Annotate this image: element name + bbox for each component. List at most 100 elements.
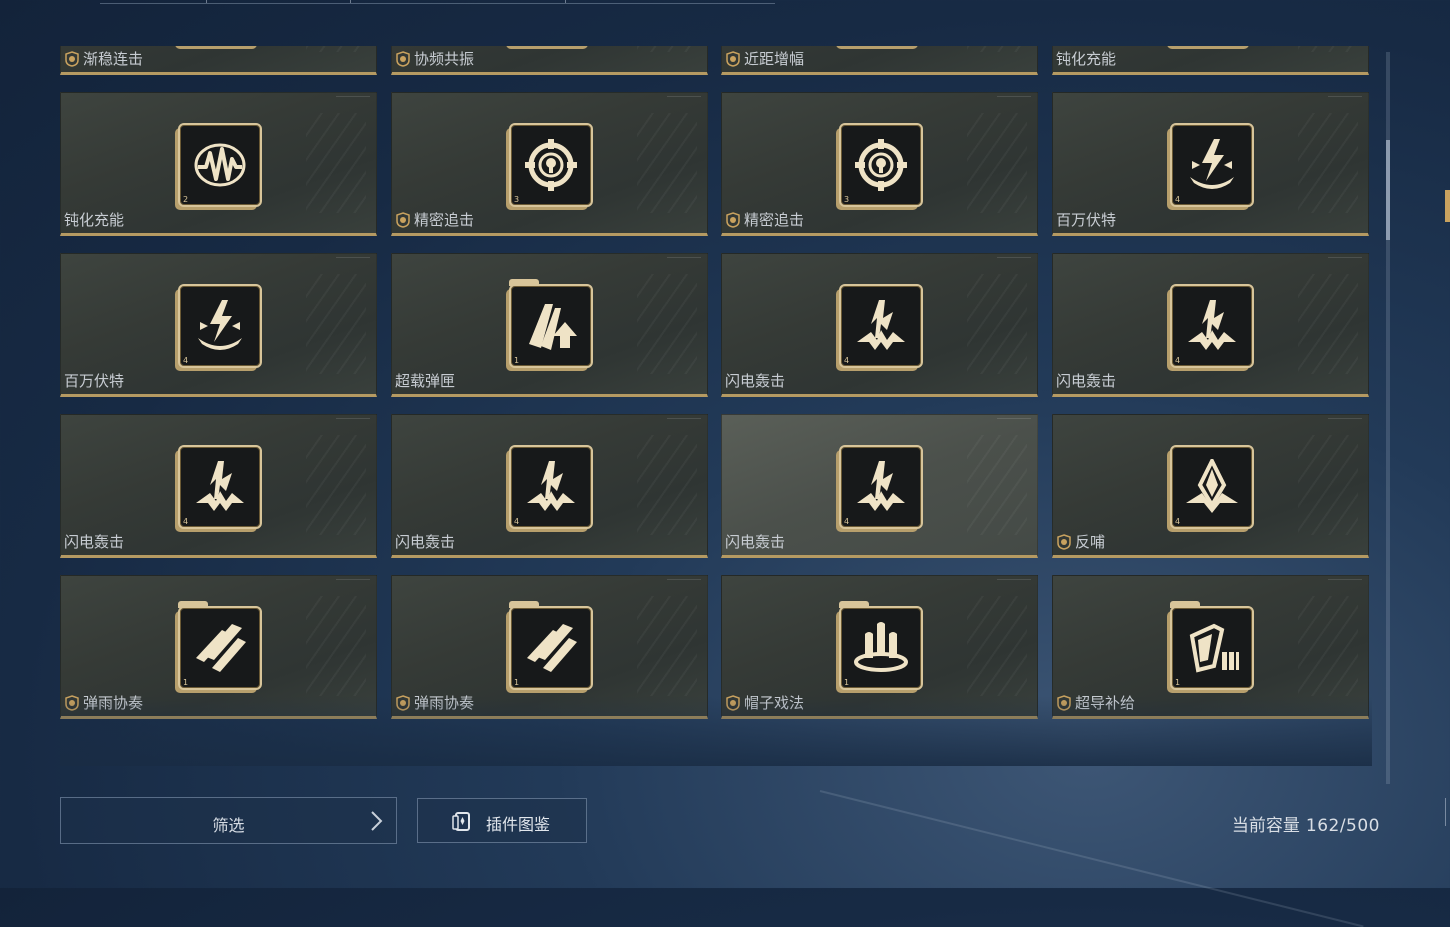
filter-button[interactable]: 筛选: [60, 797, 397, 844]
plugin-name-row: 协频共振: [395, 48, 474, 69]
target-pin-icon: [525, 139, 577, 191]
card-corner-marker: [1328, 418, 1362, 422]
plugin-name-row: 闪电轰击: [725, 370, 785, 391]
rarity-badge-icon: [64, 50, 80, 67]
lightning-strike-icon: [857, 300, 905, 350]
plugin-icon-frame: 4: [178, 445, 262, 529]
plugin-level: 1: [514, 356, 520, 365]
card-corner-marker: [667, 418, 701, 422]
plugin-name-row: 弹雨协奏: [64, 692, 143, 713]
plugin-card[interactable]: 钝化充能: [1052, 46, 1369, 75]
plugin-collection-label: 插件图鉴: [486, 815, 551, 834]
plugin-name: 闪电轰击: [725, 372, 786, 390]
plugin-card[interactable]: 1 超导补给: [1052, 575, 1369, 719]
lightning-strike-icon: [1188, 300, 1236, 350]
chevron-right-icon: [371, 811, 383, 831]
wave-shield-icon: [194, 143, 246, 187]
bullet-rain-icon: [527, 624, 577, 672]
plugin-card[interactable]: 4 闪电轰击: [60, 414, 377, 558]
plugin-level: 4: [183, 356, 189, 365]
plugin-grid[interactable]: 渐稳连击 3协频共振 3近距增幅钝化充能 2 钝化充能 3 精密追击 3 精密追击 4 百万伏特 4 百…: [60, 46, 1372, 766]
plugin-level: 4: [1175, 356, 1181, 365]
scrollbar-thumb[interactable]: [1386, 140, 1390, 240]
plugin-name: 百万伏特: [1056, 211, 1117, 229]
plugin-name-row: 精密追击: [725, 209, 804, 230]
card-corner-marker: [1328, 96, 1362, 100]
crystal-burst-icon: [1186, 459, 1238, 513]
plugin-name-row: 超导补给: [1056, 692, 1135, 713]
plugin-card[interactable]: 3协频共振: [391, 46, 708, 75]
plugin-card[interactable]: 渐稳连击: [60, 46, 377, 75]
plugin-level: 4: [514, 517, 520, 526]
plugin-icon-frame: 4: [509, 445, 593, 529]
card-corner-marker: [1328, 579, 1362, 583]
plugin-card[interactable]: 4 百万伏特: [1052, 92, 1369, 236]
plugin-name: 近距增幅: [744, 50, 805, 68]
filter-label: 筛选: [212, 816, 245, 835]
plugin-name-row: 闪电轰击: [64, 531, 124, 552]
card-corner-marker: [667, 257, 701, 261]
plugin-name-row: 钝化充能: [1056, 48, 1116, 69]
plugin-card[interactable]: 1 帽子戏法: [721, 575, 1038, 719]
plugin-icon-frame: 1: [839, 601, 923, 690]
plugin-level: 4: [1175, 195, 1181, 204]
plugin-card[interactable]: 3 精密追击: [391, 92, 708, 236]
plugin-name-row: 渐稳连击: [64, 48, 143, 69]
plugin-icon-frame: 1: [1170, 601, 1254, 690]
lightning-strike-icon: [527, 461, 575, 511]
plugin-level: 4: [1175, 517, 1181, 526]
plugin-card[interactable]: 4 闪电轰击: [721, 253, 1038, 397]
plugin-card[interactable]: 4 闪电轰击: [1052, 253, 1369, 397]
lightning-burst-icon: [198, 300, 242, 350]
card-corner-marker: [336, 579, 370, 583]
plugin-name: 百万伏特: [64, 372, 125, 390]
plugin-card[interactable]: 3 精密追击: [721, 92, 1038, 236]
rarity-badge-icon: [64, 694, 80, 711]
plugin-icon-frame: 3: [839, 123, 923, 207]
side-accent: [1445, 190, 1450, 222]
plugin-collection-button[interactable]: 插件图鉴: [417, 798, 587, 843]
card-corner-marker: [336, 257, 370, 261]
card-corner-marker: [997, 579, 1031, 583]
card-corner-marker: [1328, 257, 1362, 261]
plugin-name: 闪电轰击: [64, 533, 125, 551]
plugin-card[interactable]: 4 闪电轰击: [391, 414, 708, 558]
plugin-name: 闪电轰击: [1056, 372, 1117, 390]
magazine-bullets-icon: [1189, 623, 1239, 673]
plugin-name-row: 钝化充能: [64, 209, 124, 230]
rarity-badge-icon: [395, 211, 411, 228]
target-pin-icon: [855, 139, 907, 191]
plugin-name: 帽子戏法: [744, 694, 805, 712]
plugin-card[interactable]: 1 弹雨协奏: [60, 575, 377, 719]
plugin-level: 3: [514, 195, 520, 204]
card-corner-marker: [997, 96, 1031, 100]
plugin-name: 反哺: [1075, 533, 1106, 551]
bullet-rain-icon: [196, 624, 246, 672]
card-corner-marker: [997, 418, 1031, 422]
plugin-name-row: 近距增幅: [725, 48, 804, 69]
plugin-card[interactable]: 1 弹雨协奏: [391, 575, 708, 719]
plugin-card[interactable]: 2 钝化充能: [60, 92, 377, 236]
plugin-card[interactable]: 1 超载弹匣: [391, 253, 708, 397]
book-icon: [452, 812, 470, 831]
plugin-icon-tab: [509, 279, 539, 286]
plugin-icon-frame: 3: [509, 123, 593, 207]
plugin-level: 4: [844, 356, 850, 365]
plugin-card[interactable]: 3近距增幅: [721, 46, 1038, 75]
plugin-name: 钝化充能: [1056, 50, 1117, 68]
side-divider: [1445, 798, 1450, 826]
plugin-card[interactable]: 4 闪电轰击: [721, 414, 1038, 558]
plugin-card[interactable]: 4 百万伏特: [60, 253, 377, 397]
card-corner-marker: [336, 418, 370, 422]
lightning-strike-icon: [857, 461, 905, 511]
lightning-burst-icon: [1190, 139, 1234, 189]
plugin-name: 钝化充能: [64, 211, 125, 229]
plugin-icon-tab: [509, 601, 539, 608]
plugin-icon-frame: 1: [509, 279, 593, 368]
plugin-name: 精密追击: [414, 211, 475, 229]
plugin-name: 超载弹匣: [395, 372, 456, 390]
scrollbar[interactable]: [1386, 52, 1390, 784]
plugin-icon-tab: [839, 601, 869, 608]
plugin-card[interactable]: 4 反哺: [1052, 414, 1369, 558]
plugin-name: 渐稳连击: [83, 50, 144, 68]
